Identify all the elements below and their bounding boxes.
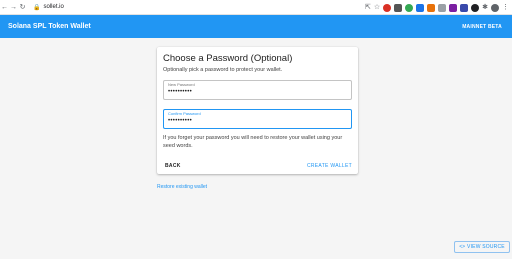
extensions-icon[interactable]: ✱: [482, 0, 488, 15]
extension-icon[interactable]: [471, 3, 480, 12]
lock-icon[interactable]: 🔒: [33, 4, 40, 11]
extension-icon[interactable]: [460, 3, 469, 12]
extension-icon[interactable]: [438, 3, 447, 12]
address-bar[interactable]: sollet.io: [43, 4, 63, 10]
star-icon[interactable]: ☆: [374, 0, 380, 15]
card-subtitle: Optionally pick a password to protect yo…: [163, 67, 283, 73]
password-card: Choose a Password (Optional) Optionally …: [157, 47, 358, 174]
confirm-password-field[interactable]: Confirm Password ••••••••••: [163, 109, 352, 129]
share-icon[interactable]: ⇱: [365, 0, 371, 15]
profile-icon[interactable]: [491, 3, 499, 12]
card-title: Choose a Password (Optional): [163, 53, 293, 64]
extension-icon[interactable]: [416, 3, 425, 12]
create-wallet-button[interactable]: CREATE WALLET: [307, 163, 352, 169]
browser-toolbar: ← → ↻ 🔒 sollet.io ⇱ ☆ ✱ ⋮: [0, 0, 512, 15]
forward-arrow-icon[interactable]: →: [9, 0, 18, 15]
new-password-label: New Password: [168, 82, 195, 87]
reload-icon[interactable]: ↻: [18, 0, 27, 15]
new-password-field[interactable]: New Password ••••••••••: [163, 80, 352, 100]
back-button[interactable]: BACK: [165, 163, 181, 169]
menu-icon[interactable]: ⋮: [502, 0, 509, 15]
view-source-label: VIEW SOURCE: [467, 244, 505, 250]
extension-icon[interactable]: [383, 3, 392, 12]
extension-icon[interactable]: [449, 3, 458, 12]
network-selector[interactable]: MAINNET BETA: [462, 24, 502, 30]
extension-icon[interactable]: [427, 3, 436, 12]
back-arrow-icon[interactable]: ←: [0, 0, 9, 15]
browser-extensions: ⇱ ☆ ✱ ⋮: [365, 0, 509, 15]
password-hint: If you forget your password you will nee…: [163, 135, 343, 149]
new-password-value: ••••••••••: [168, 89, 193, 95]
view-source-button[interactable]: <> VIEW SOURCE: [454, 241, 510, 253]
restore-wallet-link[interactable]: Restore existing wallet: [157, 184, 207, 190]
code-icon: <>: [459, 244, 466, 250]
extension-icon[interactable]: [394, 3, 403, 12]
extension-icon[interactable]: [405, 3, 414, 12]
app-bar: Solana SPL Token Wallet MAINNET BETA: [0, 15, 512, 38]
confirm-password-label: Confirm Password: [168, 111, 201, 116]
confirm-password-value: ••••••••••: [168, 118, 193, 124]
app-title: Solana SPL Token Wallet: [8, 23, 91, 30]
